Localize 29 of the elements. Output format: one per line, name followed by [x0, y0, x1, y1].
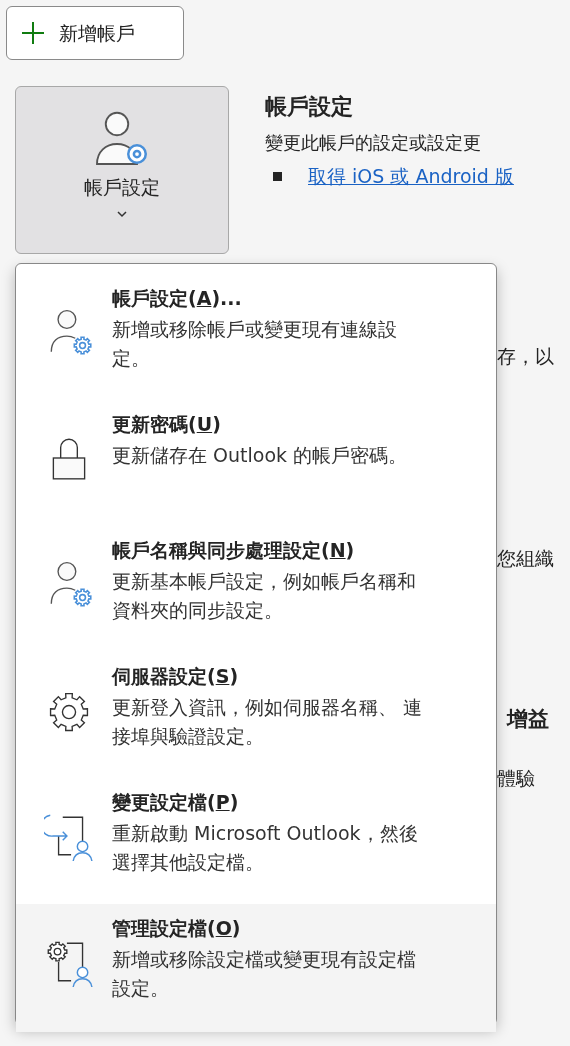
bullet-icon: [273, 171, 282, 181]
new-account-button[interactable]: 新增帳戶: [6, 6, 184, 60]
menu-item-description: 重新啟動 Microsoft Outlook，然後選擇其他設定檔。: [112, 821, 419, 875]
menu-item-title: 變更設定檔(P): [112, 790, 240, 815]
background-text: 您組織: [497, 546, 554, 571]
menu-item[interactable]: 帳戶名稱與同步處理設定(N) 更新基本帳戶設定，例如帳戶名稱和資料夾的同步設定。: [16, 526, 496, 652]
menu-item-title: 伺服器設定(S): [112, 664, 240, 689]
plus-icon: [21, 21, 45, 45]
menu-item-title: 帳戶設定(A)...: [112, 286, 243, 311]
background-text: 體驗: [497, 766, 535, 791]
menu-item-description: 更新儲存在 Outlook 的帳戶密碼。: [112, 443, 409, 468]
menu-item-description: 新增或移除帳戶或變更現有連線設定。: [112, 317, 398, 371]
section-heading: 帳戶設定: [265, 93, 354, 121]
mobile-app-link[interactable]: 取得 iOS 或 Android 版: [308, 162, 514, 191]
menu-item[interactable]: 帳戶設定(A)... 新增或移除帳戶或變更現有連線設定。: [16, 274, 496, 400]
menu-item-title: 更新密碼(U): [112, 412, 222, 437]
background-text: 存，以: [497, 344, 554, 369]
menu-item-title: 帳戶名稱與同步處理設定(N): [112, 538, 356, 563]
menu-item[interactable]: 伺服器設定(S) 更新登入資訊，例如伺服器名稱、 連接埠與驗證設定。: [16, 652, 496, 778]
menu-item[interactable]: 更新密碼(U) 更新儲存在 Outlook 的帳戶密碼。: [16, 400, 496, 526]
menu-item-description: 更新基本帳戶設定，例如帳戶名稱和資料夾的同步設定。: [112, 569, 417, 623]
account-settings-button[interactable]: 帳戶設定: [15, 86, 229, 254]
background-text: 增益: [507, 706, 549, 733]
menu-item-title: 管理設定檔(O): [112, 916, 242, 941]
caret-icon: [116, 209, 128, 218]
menu-item-description: 更新登入資訊，例如伺服器名稱、 連接埠與驗證設定。: [112, 695, 424, 749]
menu-item-description: 新增或移除設定檔或變更現有設定檔設定。: [112, 947, 417, 1001]
menu-item[interactable]: 變更設定檔(P) 重新啟動 Microsoft Outlook，然後選擇其他設定檔。: [16, 778, 496, 904]
section-description: 變更此帳戶的設定或設定更: [265, 131, 482, 155]
